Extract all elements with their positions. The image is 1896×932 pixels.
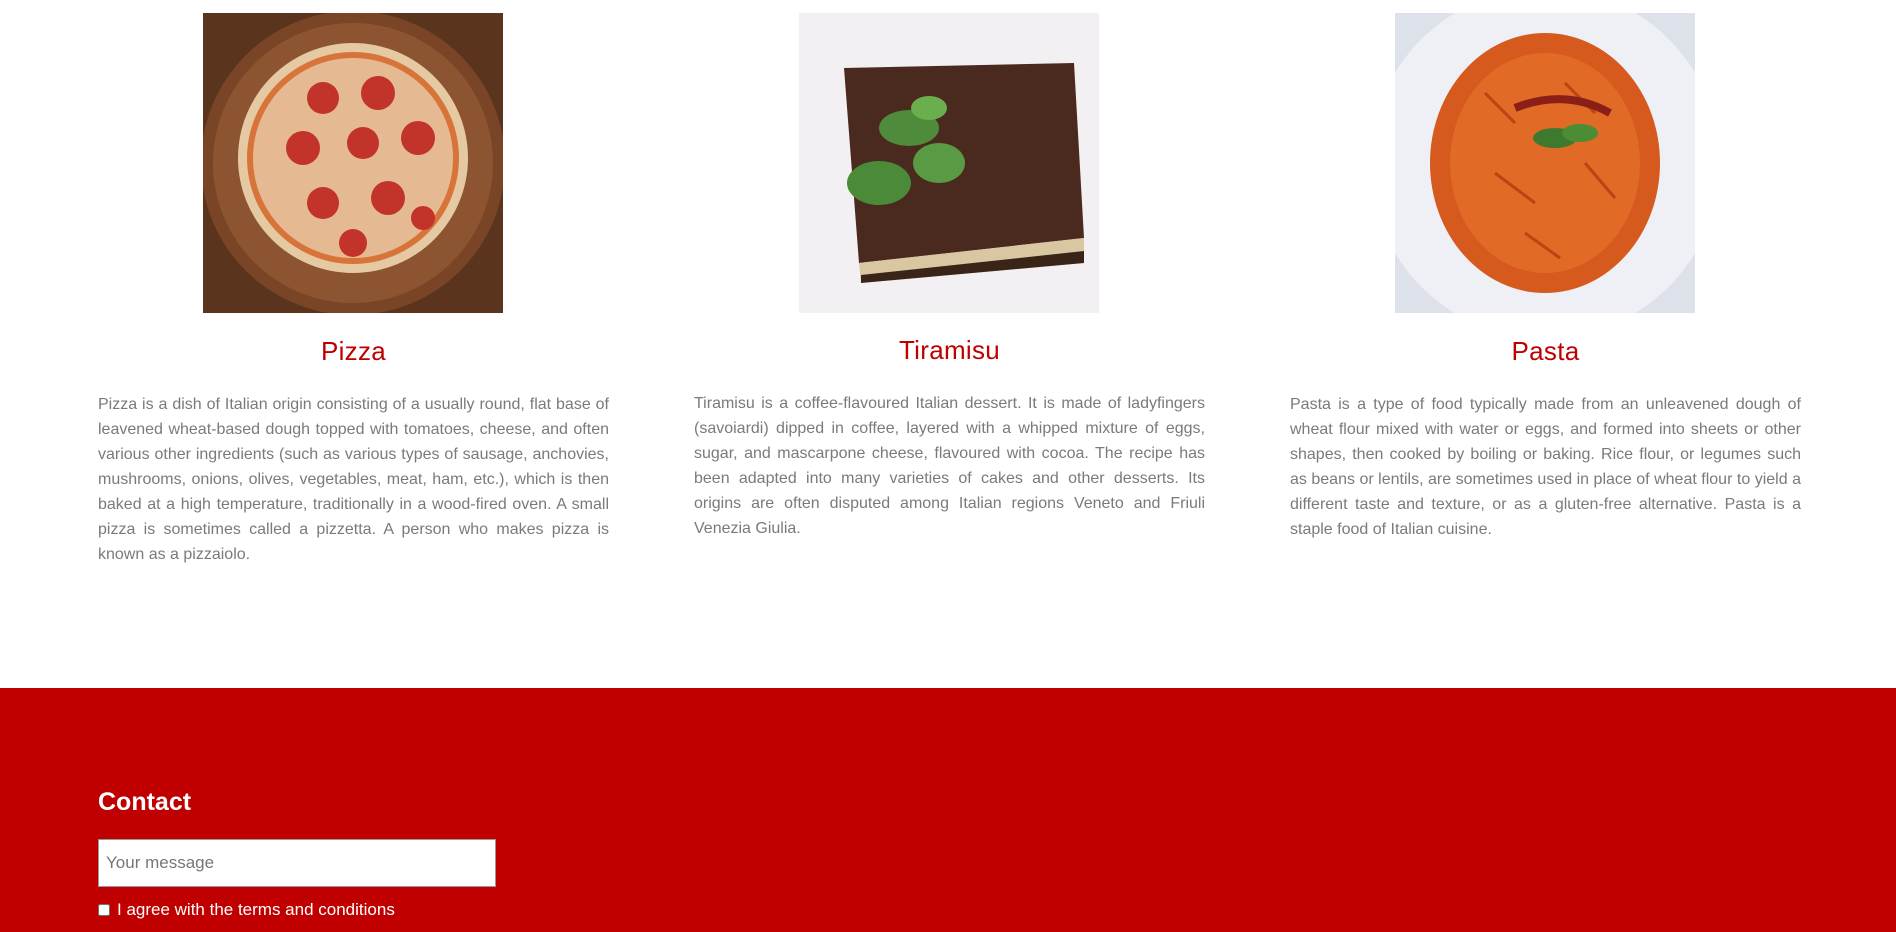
dishes-section: Pizza Pizza is a dish of Italian origin … (0, 0, 1896, 688)
terms-checkbox[interactable] (98, 904, 110, 916)
dish-description: Tiramisu is a coffee-flavoured Italian d… (694, 395, 1205, 537)
pasta-image (1395, 13, 1695, 313)
dish-card-pasta: Pasta Pasta is a type of food typically … (1290, 13, 1801, 542)
dish-title: Pasta (1511, 336, 1580, 366)
contact-section: Contact I agree with the terms and condi… (0, 688, 1896, 932)
dish-card-tiramisu: Tiramisu Tiramisu is a coffee-flavoured … (694, 13, 1205, 541)
dish-description: Pizza is a dish of Italian origin consis… (98, 396, 609, 563)
pizza-image (203, 13, 503, 313)
contact-title: Contact (98, 788, 192, 816)
tiramisu-image (799, 13, 1099, 313)
dish-description: Pasta is a type of food typically made f… (1290, 396, 1801, 538)
dish-card-pizza: Pizza Pizza is a dish of Italian origin … (98, 13, 609, 567)
dish-title: Tiramisu (898, 335, 1001, 365)
terms-label: I agree with the terms and conditions (117, 900, 395, 919)
message-input[interactable] (98, 839, 496, 887)
dish-title: Pizza (320, 336, 387, 366)
terms-agreement[interactable]: I agree with the terms and conditions (98, 900, 395, 920)
